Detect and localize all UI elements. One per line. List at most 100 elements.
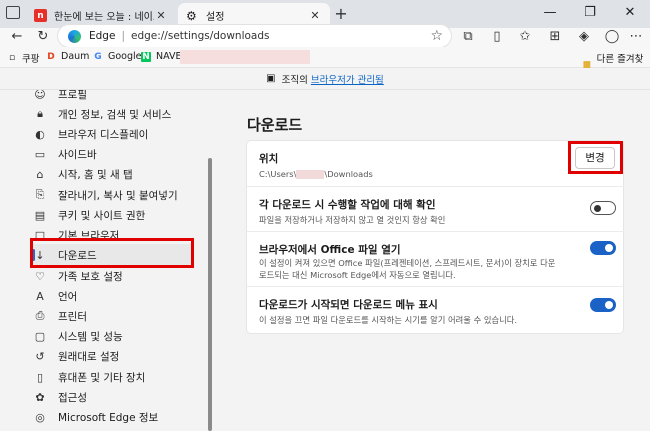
- edge-icon: [68, 29, 81, 43]
- nav-item-start-home[interactable]: ⌂ 시작, 홈 및 새 탭: [33, 163, 193, 185]
- download-menu-toggle[interactable]: [590, 298, 616, 312]
- setting-desc: 파일을 저장하거나 저장하지 않고 열 것인지 항상 확인: [259, 215, 446, 225]
- nav-item-privacy[interactable]: 🔒︎ 개인 정보, 검색 및 서비스: [33, 103, 193, 125]
- nav-item-reset[interactable]: ↺ 원래대로 설정: [33, 345, 193, 367]
- close-icon[interactable]: ✕: [154, 9, 168, 22]
- tab-actions-icon[interactable]: [6, 6, 20, 19]
- google-icon: G: [94, 51, 102, 62]
- setting-title: 다운로드가 시작되면 다운로드 메뉴 표시: [259, 299, 438, 311]
- system-icon: ▢: [34, 329, 46, 343]
- nav-label: Microsoft Edge 정보: [58, 411, 159, 424]
- nav-label: 가족 보호 설정: [58, 270, 123, 283]
- path-suffix: \Downloads: [324, 169, 373, 179]
- address-bar[interactable]: Edge | edge://settings/downloads ☆: [57, 24, 452, 48]
- new-tab-button[interactable]: +: [332, 4, 350, 24]
- nav-item-accessibility[interactable]: ✿ 접근성: [33, 386, 193, 408]
- nav-item-phone[interactable]: ▯ 휴대폰 및 기타 장치: [33, 366, 193, 388]
- shield-icon[interactable]: ◈: [574, 28, 594, 47]
- nav-item-cookies[interactable]: ▤ 쿠키 및 사이트 권한: [33, 204, 193, 226]
- naver-icon: N: [141, 51, 151, 62]
- favorite-item[interactable]: D Daum: [46, 51, 89, 62]
- favorite-item[interactable]: ▫ 쿠팡: [7, 51, 40, 65]
- url-text: edge://settings/downloads: [130, 30, 270, 42]
- share-icon: ⎘: [35, 188, 45, 201]
- profile-icon: ☺: [34, 90, 46, 101]
- setting-row: 브라우저에서 Office 파일 열기 이 설정이 켜져 있으면 Office …: [247, 232, 625, 287]
- highlight-box: [30, 238, 194, 268]
- split-screen-icon[interactable]: ▯: [487, 28, 507, 47]
- back-icon[interactable]: ←: [7, 28, 27, 47]
- appearance-icon: ◐: [35, 127, 45, 141]
- favorite-item[interactable]: G Google: [93, 51, 142, 62]
- nav-label: 사이드바: [58, 148, 97, 161]
- home-icon: ⌂: [36, 167, 44, 181]
- building-icon: ▣: [266, 73, 276, 84]
- accessibility-icon: ✿: [35, 390, 45, 404]
- nav-label: 개인 정보, 검색 및 서비스: [58, 108, 172, 121]
- nav-item-appearance[interactable]: ◐ 브라우저 디스플레이: [33, 123, 193, 145]
- more-icon[interactable]: ⋯: [626, 28, 646, 47]
- profile-icon[interactable]: ◯: [602, 28, 622, 47]
- printer-icon: ⎙: [35, 309, 45, 322]
- extensions-icon[interactable]: ⧉: [458, 28, 478, 47]
- nav-label: 프로필: [58, 90, 87, 101]
- nate-favicon-icon: n: [34, 9, 47, 22]
- location-row: 위치 C:\Users\ \Downloads 변경: [247, 141, 625, 187]
- location-title: 위치: [259, 153, 279, 165]
- tab-title: 설정: [206, 12, 225, 23]
- setting-title: 브라우저에서 Office 파일 열기: [259, 244, 401, 256]
- nav-item-about[interactable]: ◎ Microsoft Edge 정보: [33, 406, 193, 428]
- nav-item-printers[interactable]: ⎙ 프린터: [33, 305, 193, 327]
- nav-label: 쿠키 및 사이트 권한: [58, 209, 146, 222]
- nav-item-family[interactable]: ♡ 가족 보호 설정: [33, 265, 193, 287]
- tab-title: 한눈에 보는 오늘 : 네이트: [54, 12, 154, 23]
- settings-main: 다운로드 위치 C:\Users\ \Downloads 변경 각 다운로드 시 …: [218, 90, 650, 431]
- highlight-box: [568, 141, 623, 174]
- managed-text: 조직의: [281, 74, 308, 86]
- setting-row: 각 다운로드 시 수행할 작업에 대해 확인 파일을 저장하거나 저장하지 않고…: [247, 187, 625, 232]
- language-icon: A: [36, 289, 44, 303]
- settings-nav: ☺ 프로필 🔒︎ 개인 정보, 검색 및 서비스 ◐ 브라우저 디스플레이 ▭ 사이드바…: [0, 90, 218, 431]
- favorite-star-icon[interactable]: ☆: [430, 28, 443, 44]
- family-icon: ♡: [35, 269, 45, 283]
- path-prefix: C:\Users\: [259, 169, 297, 179]
- doc-icon: ▫: [8, 53, 16, 63]
- nav-item-sidebar[interactable]: ▭ 사이드바: [33, 143, 193, 165]
- refresh-icon[interactable]: ↻: [33, 28, 53, 47]
- favorite-label: Google: [108, 51, 142, 62]
- collections-icon[interactable]: ⊞: [545, 28, 565, 47]
- ask-download-toggle[interactable]: [590, 201, 616, 215]
- favorite-label: Daum: [61, 51, 90, 62]
- redacted-username: [296, 170, 325, 179]
- nav-label: 시작, 홈 및 새 탭: [58, 168, 133, 181]
- nav-scrollbar[interactable]: [208, 158, 212, 431]
- favorite-label: 쿠팡: [22, 54, 40, 65]
- office-files-toggle[interactable]: [590, 241, 616, 255]
- maximize-button[interactable]: ❐: [570, 0, 610, 28]
- close-icon[interactable]: ✕: [308, 9, 322, 22]
- setting-row: 다운로드가 시작되면 다운로드 메뉴 표시 이 설정을 끄면 파일 다운로드를 …: [247, 287, 625, 335]
- window-controls: — ❐ ✕: [530, 0, 650, 28]
- cookie-icon: ▤: [34, 208, 46, 222]
- nav-label: 휴대폰 및 기타 장치: [58, 371, 146, 384]
- nav-item-languages[interactable]: A 언어: [33, 285, 193, 307]
- lock-icon: 🔒︎: [37, 107, 43, 120]
- reset-icon: ↺: [35, 349, 45, 363]
- address-divider: |: [121, 30, 125, 42]
- redacted-region: [180, 50, 310, 64]
- sidebar-icon: ▭: [34, 147, 46, 161]
- address-label: Edge: [89, 30, 116, 42]
- setting-desc: 이 설정이 켜져 있으면 Office 파일(프레젠테이션, 스프레드시트, 문…: [259, 258, 556, 280]
- toolbar: ← ↻ Edge | edge://settings/downloads ☆ ⧉…: [0, 24, 650, 48]
- nav-label: 언어: [58, 290, 78, 303]
- nav-item-system[interactable]: ▢ 시스템 및 성능: [33, 325, 193, 347]
- minimize-button[interactable]: —: [530, 0, 570, 28]
- location-path: C:\Users\ \Downloads: [259, 168, 559, 180]
- managed-banner: ▣ 조직의 브라우저가 관리됨: [0, 68, 650, 90]
- close-window-button[interactable]: ✕: [610, 0, 650, 28]
- nav-label: 프린터: [58, 310, 87, 323]
- favorites-icon[interactable]: ✩: [515, 28, 535, 47]
- managed-link[interactable]: 브라우저가 관리됨: [311, 72, 384, 86]
- nav-item-share[interactable]: ⎘ 잘라내기, 복사 및 붙여넣기: [33, 184, 193, 206]
- setting-title: 각 다운로드 시 수행할 작업에 대해 확인: [259, 199, 436, 211]
